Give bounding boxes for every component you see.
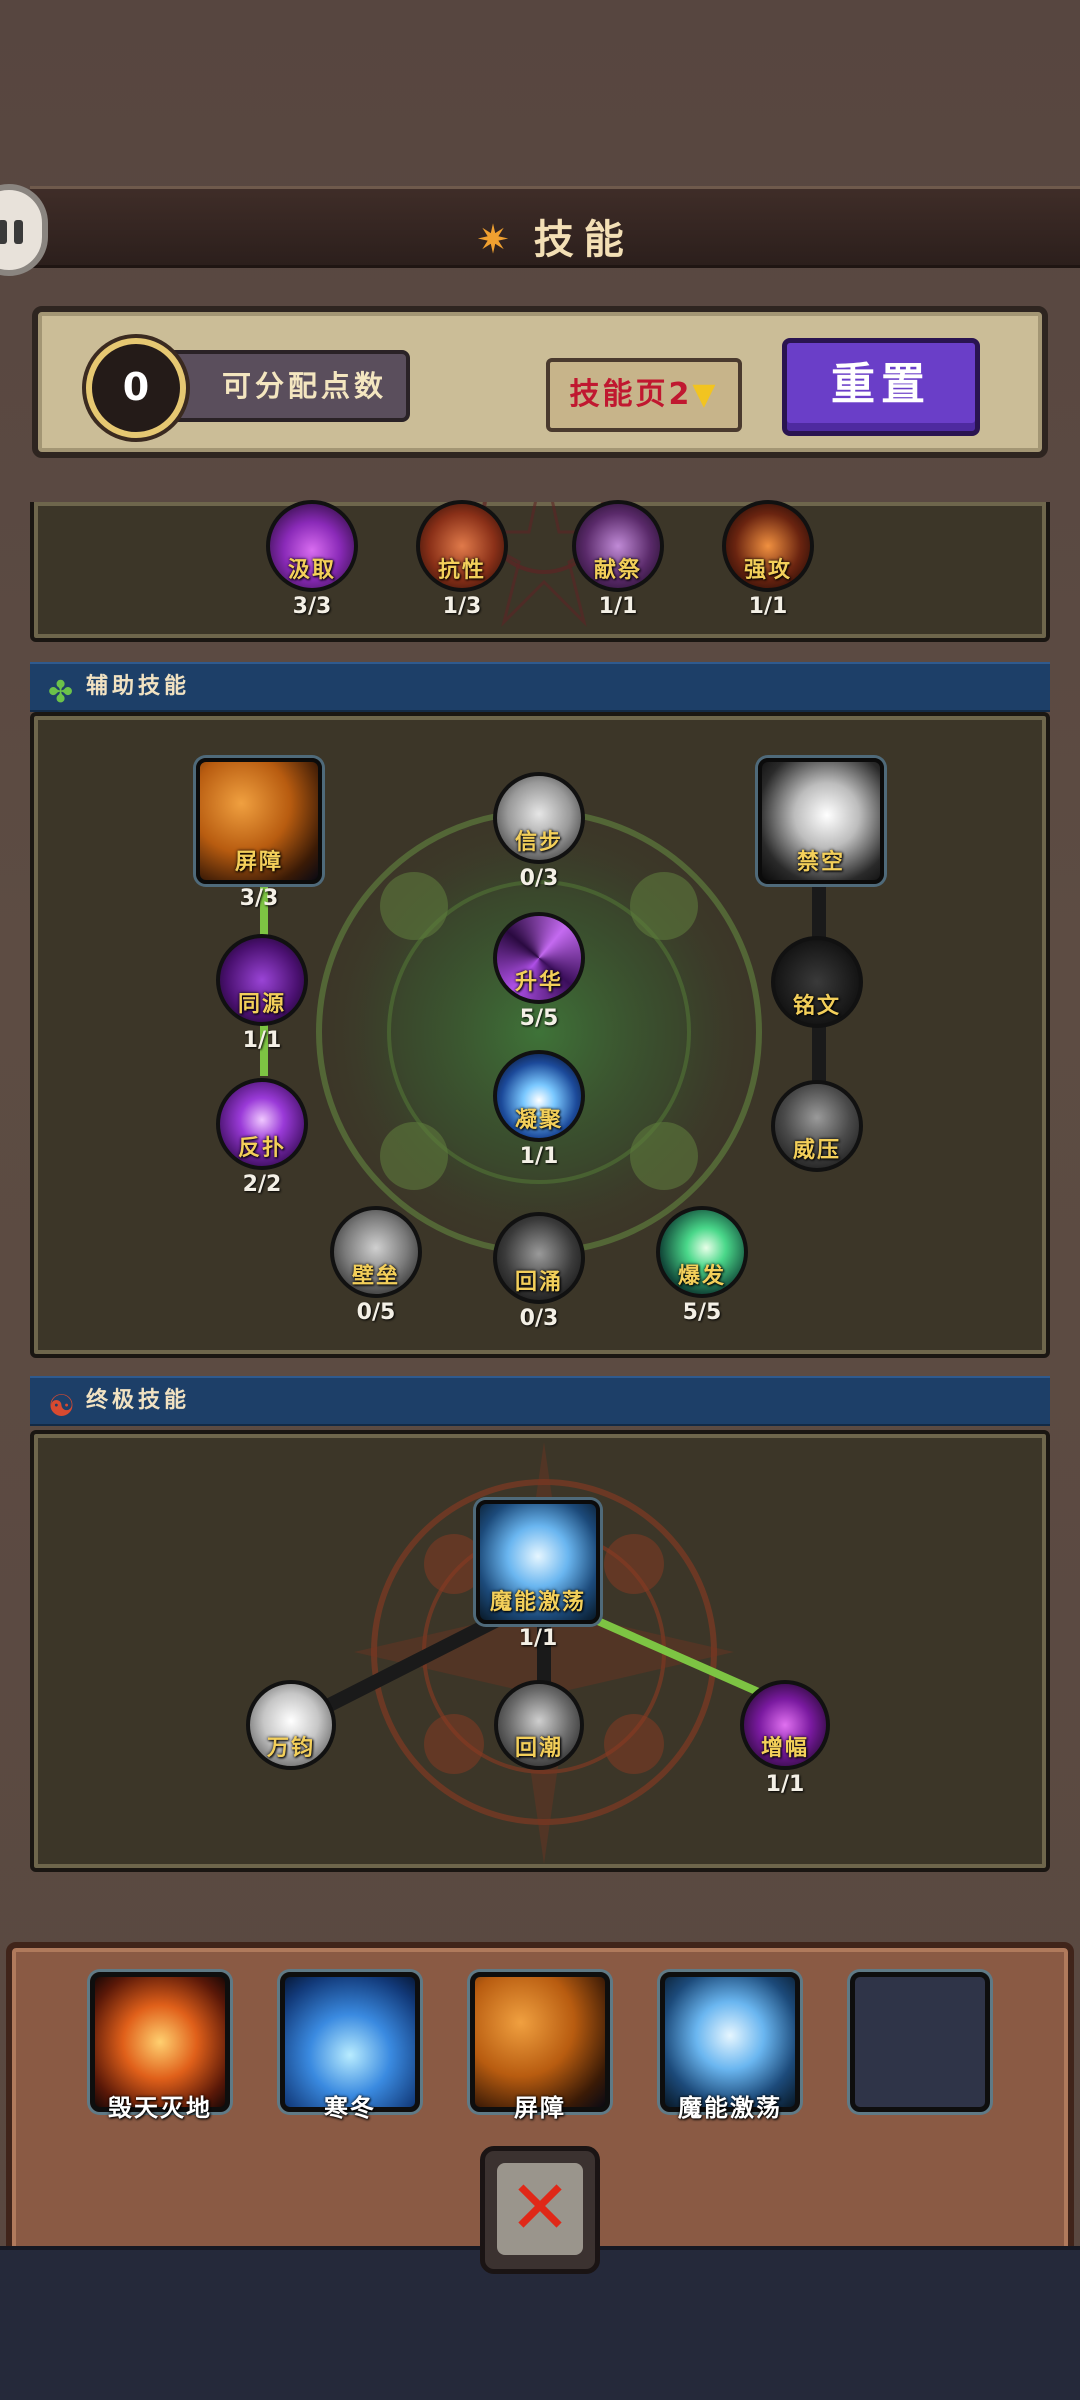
close-button[interactable]: ✕ — [480, 2146, 600, 2274]
skill-level: 1/3 — [442, 594, 482, 619]
ultimate-section-title: 终极技能 — [86, 1388, 191, 1413]
support-skill[interactable]: 回涌 0/3 — [493, 1212, 585, 1331]
ultimate-skill[interactable]: 万钧 — [246, 1680, 336, 1770]
skill-name: 回涌 — [514, 1270, 563, 1295]
skill-name: 强攻 — [743, 558, 792, 583]
top-skill[interactable]: 献祭 1/1 — [572, 500, 664, 619]
ultimate-skill[interactable]: 增幅 1/1 — [740, 1680, 830, 1797]
skill-name: 魔能激荡 — [489, 1590, 586, 1615]
support-skill[interactable]: 凝聚 1/1 — [493, 1050, 585, 1169]
support-skill[interactable]: 反扑 2/2 — [216, 1078, 308, 1197]
close-icon: ✕ — [497, 2163, 583, 2255]
support-skill[interactable]: 爆发 5/5 — [656, 1206, 748, 1325]
skill-level: 1/1 — [519, 1144, 559, 1169]
skill-name: 同源 — [237, 992, 286, 1017]
skill-name: 凝聚 — [514, 1108, 563, 1133]
skill-name: 铭文 — [792, 994, 841, 1019]
skill-level: 1/1 — [748, 594, 788, 619]
equipped-slot-label: 屏障 — [514, 2094, 566, 2122]
skill-name: 壁垒 — [351, 1264, 400, 1289]
support-skill[interactable]: 信步 0/3 — [493, 772, 585, 891]
ultimate-skill[interactable]: 回潮 — [494, 1680, 584, 1770]
skill-name: 汲取 — [287, 558, 336, 583]
pause-icon — [14, 220, 23, 244]
points-label: 可分配点数 — [158, 350, 410, 422]
sun-icon: ✷ — [476, 217, 520, 263]
equipped-slot-label: 魔能激荡 — [678, 2094, 782, 2122]
skills-screen: ✷ 技能 可分配点数 0 技能页2▼ 重置 汲取 3/3 抗性 1/3 献祭 1/1 强攻 1/… — [0, 0, 1080, 2400]
skill-name: 反扑 — [237, 1136, 286, 1161]
skill-level: 0/5 — [356, 1300, 396, 1325]
ultimate-section-header: ☯ 终极技能 — [30, 1376, 1050, 1426]
points-panel: 可分配点数 0 技能页2▼ 重置 — [32, 306, 1048, 458]
yin-yang-icon: ☯ — [48, 1389, 79, 1424]
reset-button[interactable]: 重置 — [782, 338, 980, 436]
pause-icon — [0, 220, 7, 244]
top-skill[interactable]: 抗性 1/3 — [416, 500, 508, 619]
skill-level: 0/3 — [519, 866, 559, 891]
points-value: 0 — [86, 338, 186, 438]
skill-name: 威压 — [792, 1138, 841, 1163]
skill-level: 5/5 — [519, 1006, 559, 1031]
equipped-slot-label: 寒冬 — [324, 2094, 376, 2122]
skill-name: 回潮 — [514, 1736, 563, 1761]
equipped-slot-label: 毁天灭地 — [108, 2094, 212, 2122]
ultimate-skill-panel — [30, 1430, 1050, 1872]
top-skill[interactable]: 强攻 1/1 — [722, 500, 814, 619]
top-skill[interactable]: 汲取 3/3 — [266, 500, 358, 619]
skill-level: 0/3 — [519, 1306, 559, 1331]
support-skill[interactable]: 禁空 — [758, 758, 884, 884]
equipped-slot[interactable] — [850, 1972, 990, 2112]
support-skill[interactable]: 壁垒 0/5 — [330, 1206, 422, 1325]
skill-level: 1/1 — [765, 1772, 805, 1797]
skill-name: 屏障 — [234, 850, 283, 875]
skill-name: 禁空 — [796, 850, 845, 875]
support-skill[interactable]: 威压 — [771, 1080, 863, 1172]
offense-emblem — [463, 502, 625, 627]
skill-name: 爆发 — [677, 1264, 726, 1289]
page-selector[interactable]: 技能页2▼ — [546, 358, 742, 432]
skill-level: 2/2 — [242, 1172, 282, 1197]
skill-level: 1/1 — [518, 1626, 558, 1651]
dropdown-arrow-icon: ▼ — [692, 377, 719, 412]
skill-level: 3/3 — [292, 594, 332, 619]
support-section-title: 辅助技能 — [86, 674, 191, 699]
skill-name: 抗性 — [437, 558, 486, 583]
title-bar: ✷ 技能 — [30, 186, 1080, 268]
skill-level: 5/5 — [682, 1300, 722, 1325]
clover-icon: ✤ — [48, 675, 78, 710]
page-title: ✷ 技能 — [30, 207, 1080, 265]
skill-level: 1/1 — [242, 1028, 282, 1053]
offense-skill-panel — [30, 502, 1050, 642]
support-section-header: ✤ 辅助技能 — [30, 662, 1050, 712]
skill-name: 万钧 — [266, 1736, 315, 1761]
skill-name: 献祭 — [593, 558, 642, 583]
support-skill[interactable]: 升华 5/5 — [493, 912, 585, 1031]
skill-level: 1/1 — [598, 594, 638, 619]
skill-name: 信步 — [514, 830, 563, 855]
page-selector-label: 技能页2 — [569, 377, 693, 412]
skill-level: 3/3 — [239, 886, 279, 911]
skill-name: 增幅 — [760, 1736, 809, 1761]
support-skill[interactable]: 同源 1/1 — [216, 934, 308, 1053]
support-skill[interactable]: 铭文 — [771, 936, 863, 1028]
skill-name: 升华 — [514, 970, 563, 995]
support-skill[interactable]: 屏障 3/3 — [196, 758, 322, 911]
ultimate-skill[interactable]: 魔能激荡 1/1 — [476, 1500, 600, 1651]
page-title-text: 技能 — [533, 217, 634, 263]
